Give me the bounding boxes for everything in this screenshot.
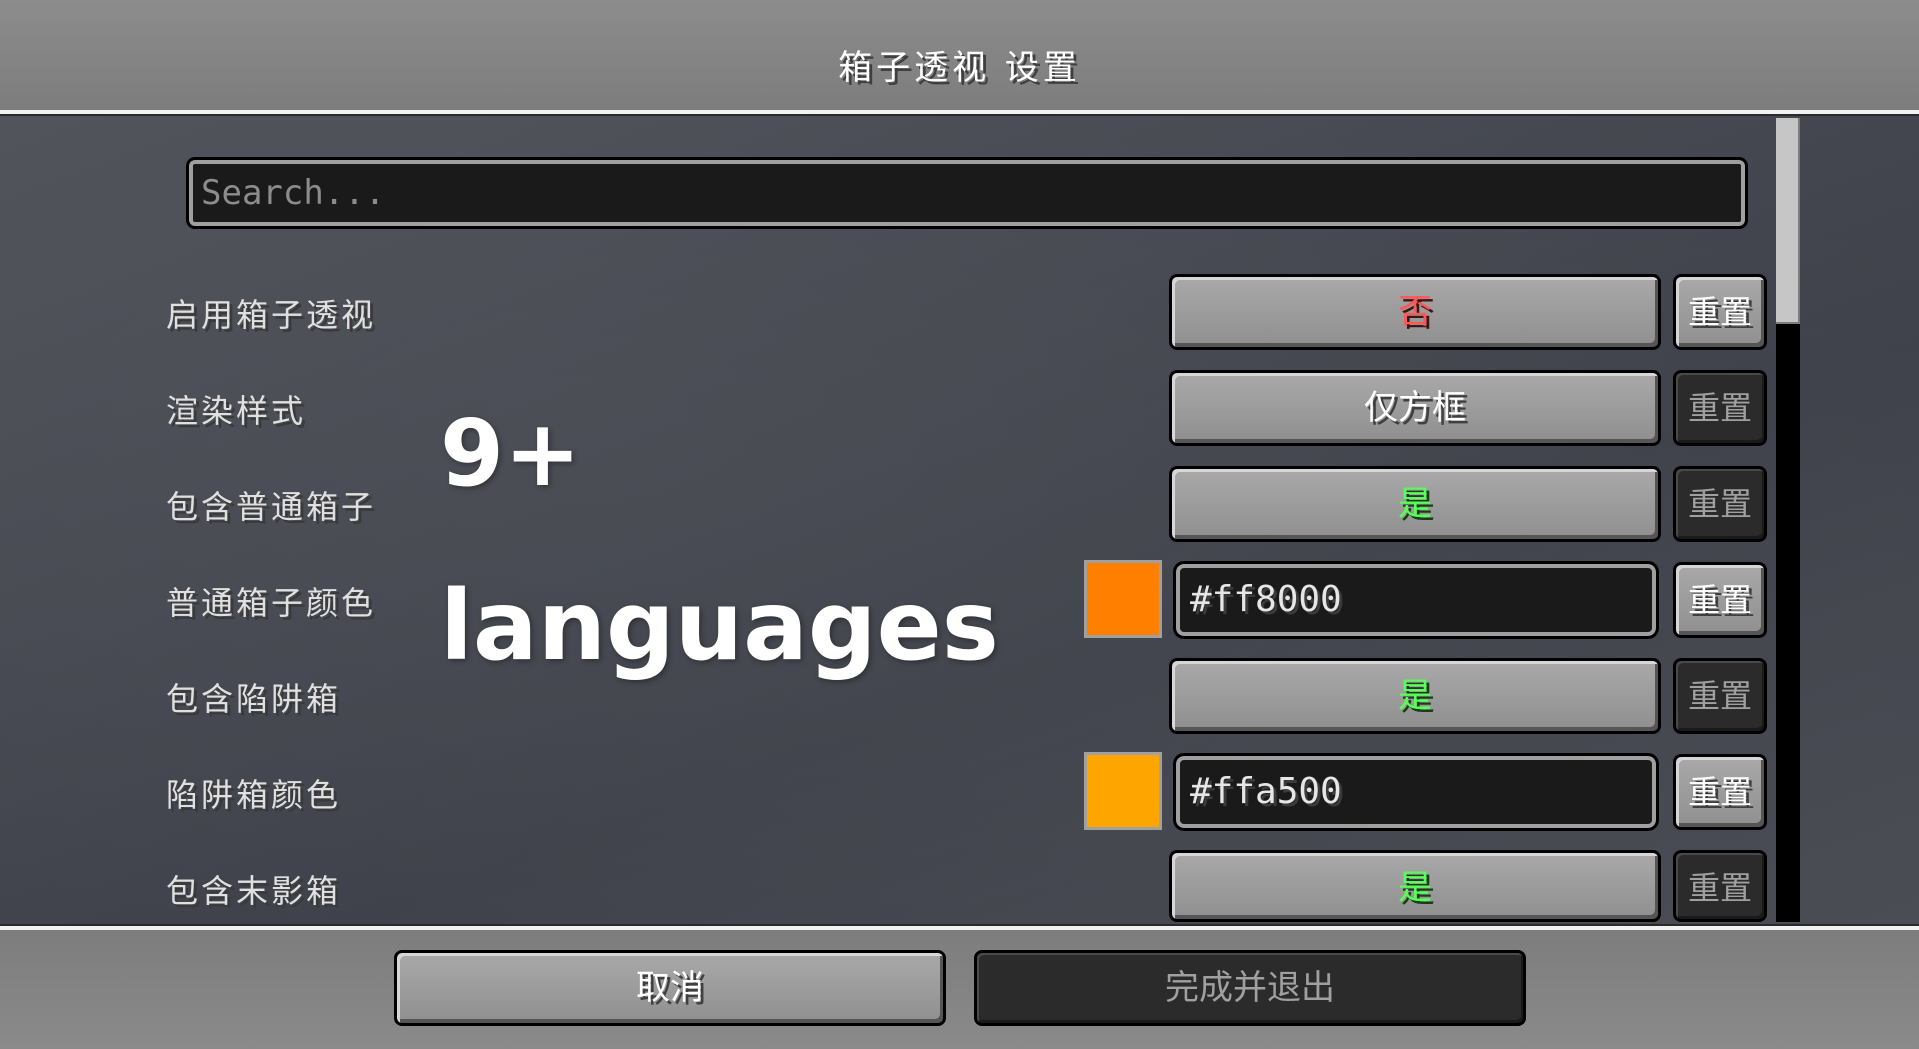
include-ender-chest-toggle[interactable]: 是 xyxy=(1169,850,1661,922)
label-include-ender-chest: 包含末影箱 xyxy=(166,872,342,910)
footer-bar xyxy=(0,930,1919,1049)
normal-chest-color-field[interactable]: #ff8000 xyxy=(1173,561,1659,639)
page-title: 箱子透视 设置 xyxy=(838,48,1081,88)
reset-button-enable-chest-esp[interactable]: 重置 xyxy=(1673,274,1767,350)
label-normal-chest-color: 普通箱子颜色 xyxy=(166,584,377,622)
render-style-button[interactable]: 仅方框 xyxy=(1169,370,1661,446)
overlay-languages-text: languages xyxy=(440,570,999,682)
reset-button-include-trapped-chest[interactable]: 重置 xyxy=(1673,658,1767,734)
scrollbar-thumb[interactable] xyxy=(1776,118,1800,324)
label-trapped-chest-color: 陷阱箱颜色 xyxy=(166,776,342,814)
reset-button-trapped-chest-color[interactable]: 重置 xyxy=(1673,754,1767,830)
normal-chest-color-swatch xyxy=(1084,560,1162,638)
label-include-trapped-chest: 包含陷阱箱 xyxy=(166,680,342,718)
done-and-exit-button[interactable]: 完成并退出 xyxy=(974,950,1526,1026)
trapped-chest-color-swatch xyxy=(1084,752,1162,830)
label-enable-chest-esp: 启用箱子透视 xyxy=(166,296,377,334)
reset-button-render-style[interactable]: 重置 xyxy=(1673,370,1767,446)
include-normal-chest-toggle[interactable]: 是 xyxy=(1169,466,1661,542)
include-trapped-chest-toggle[interactable]: 是 xyxy=(1169,658,1661,734)
overlay-language-count: 9+ xyxy=(440,400,582,507)
reset-button-normal-chest-color[interactable]: 重置 xyxy=(1673,562,1767,638)
reset-button-include-normal-chest[interactable]: 重置 xyxy=(1673,466,1767,542)
cancel-button[interactable]: 取消 xyxy=(394,950,946,1026)
enable-chest-esp-toggle[interactable]: 否 xyxy=(1169,274,1661,350)
search-input[interactable] xyxy=(186,157,1748,229)
label-include-normal-chest: 包含普通箱子 xyxy=(166,488,377,526)
label-render-style: 渲染样式 xyxy=(166,392,307,430)
trapped-chest-color-field[interactable]: #ffa500 xyxy=(1173,753,1659,831)
reset-button-include-ender-chest[interactable]: 重置 xyxy=(1673,850,1767,922)
